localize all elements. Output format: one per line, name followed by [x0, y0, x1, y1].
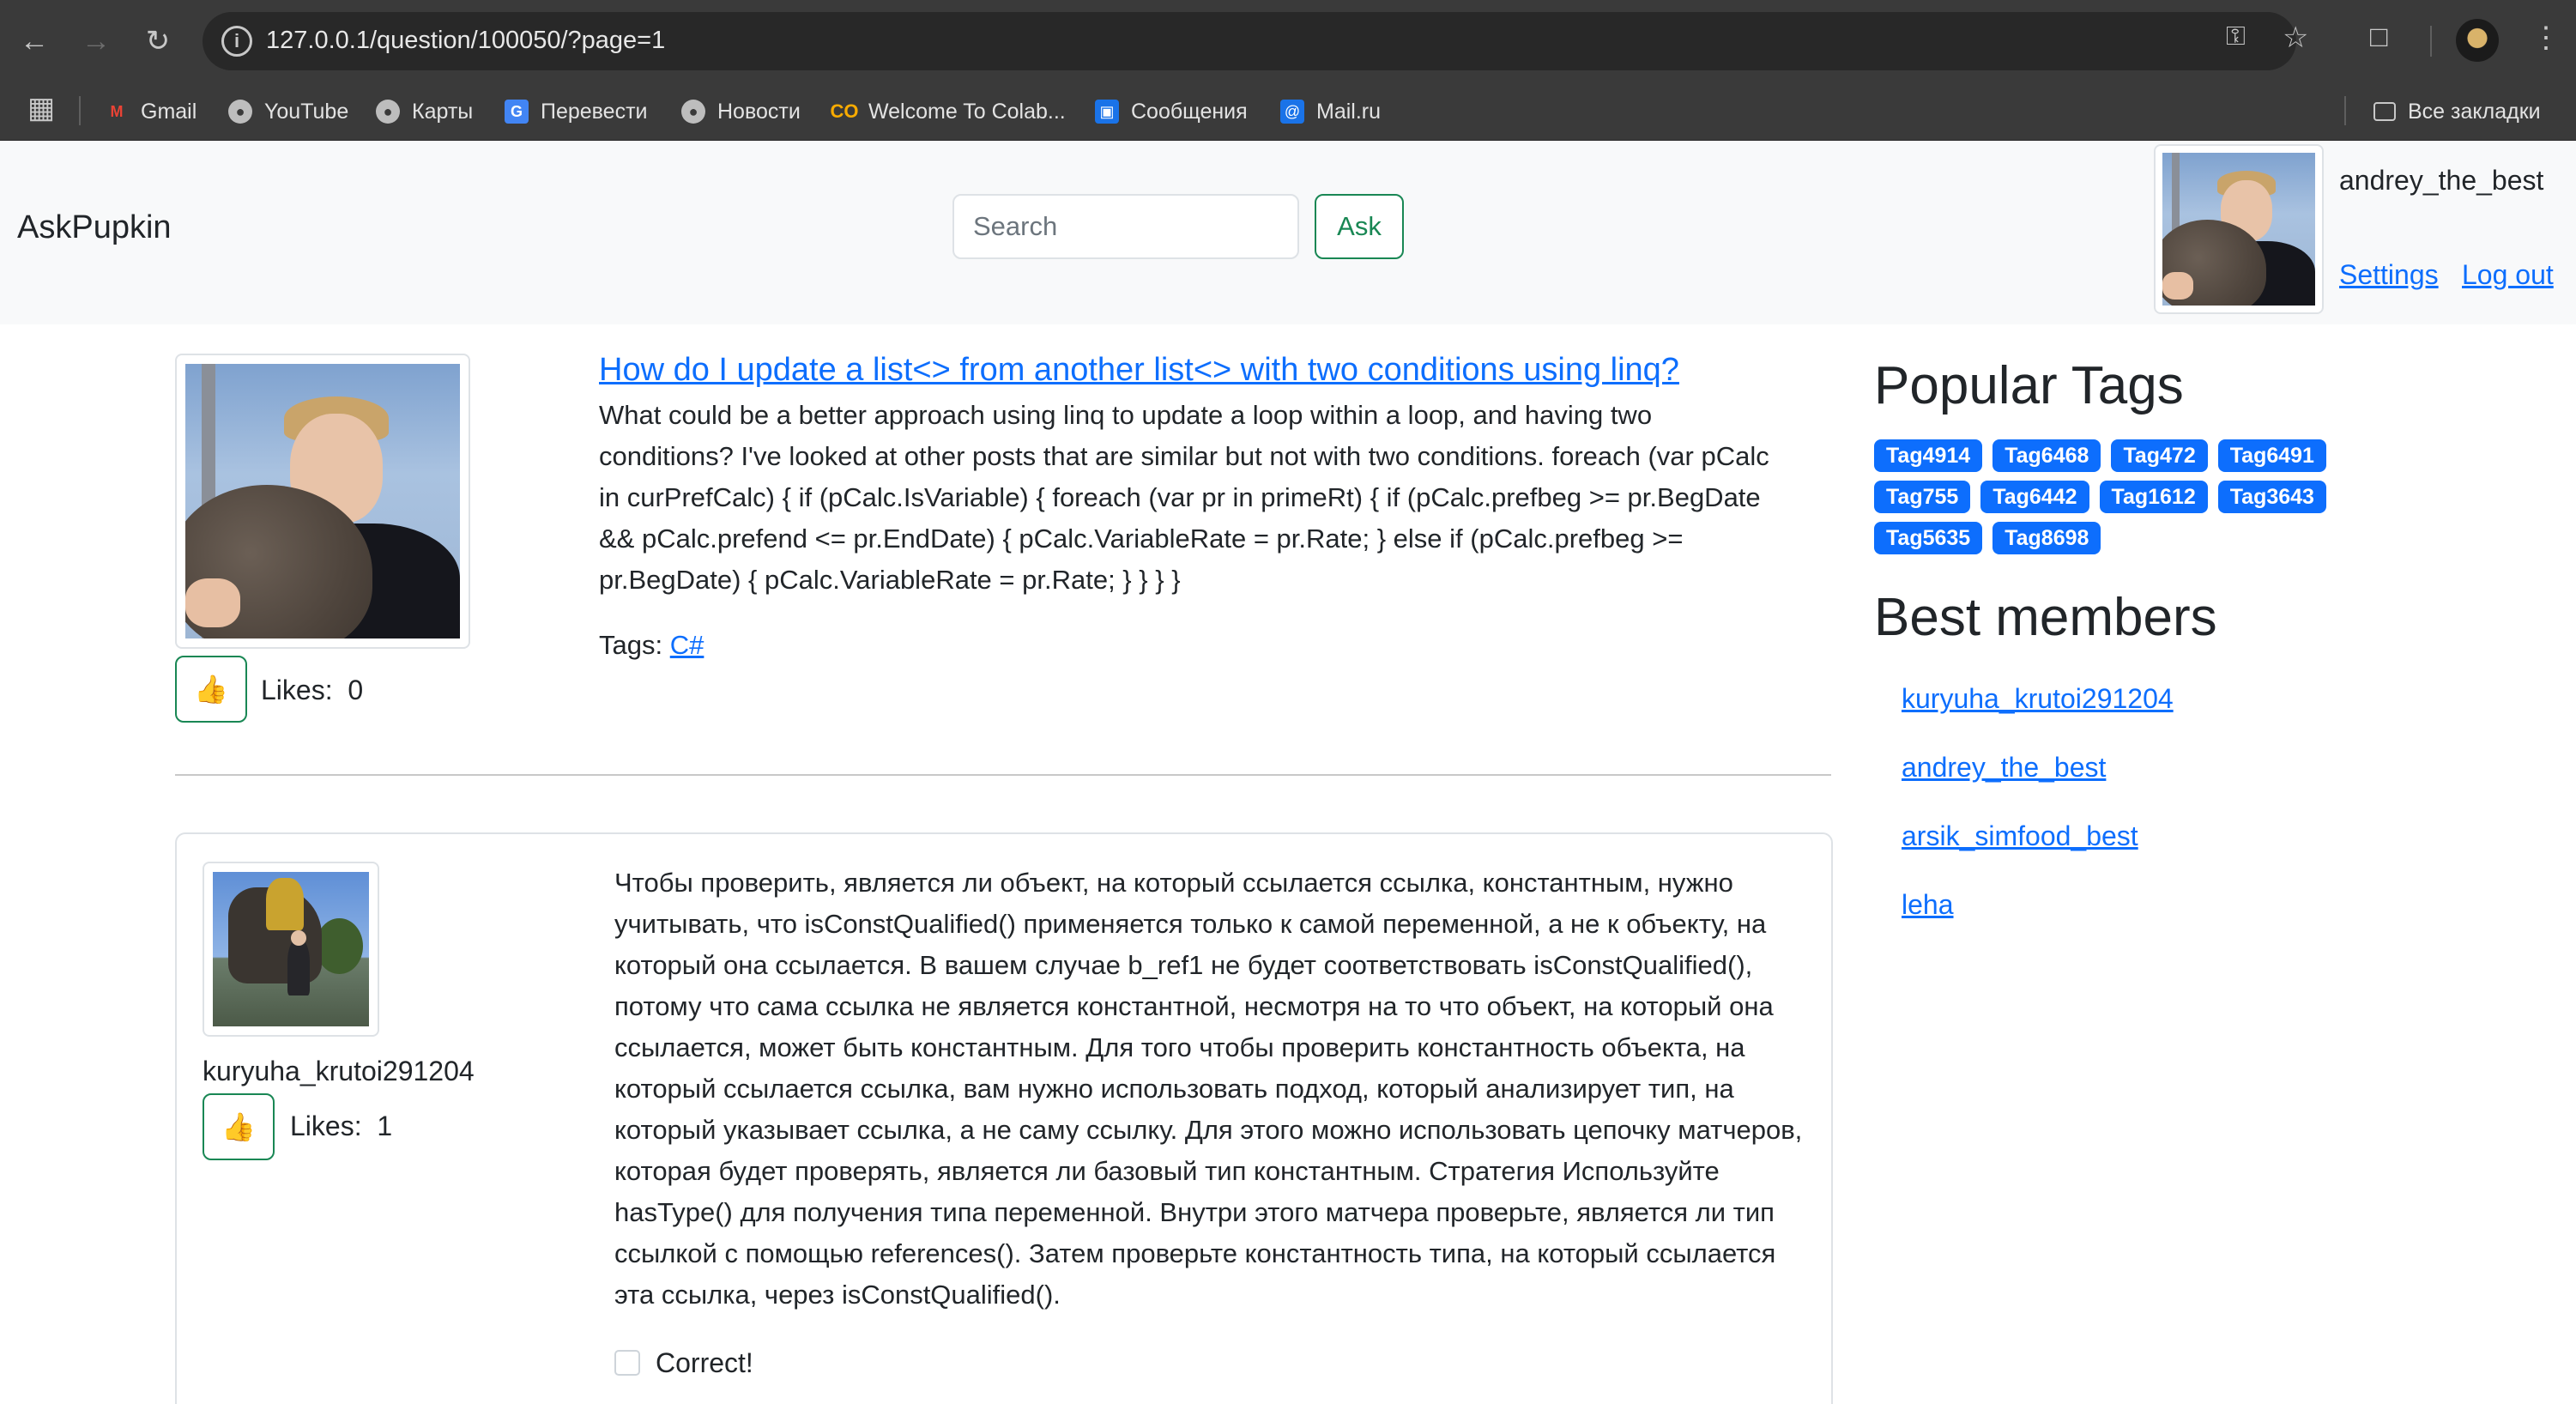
search-input[interactable]: [952, 194, 1299, 259]
ask-button[interactable]: Ask: [1315, 194, 1404, 259]
colab-icon: CO: [830, 100, 859, 122]
bookmark-gmail[interactable]: M Gmail: [105, 93, 197, 130]
likes-label: Likes:: [261, 675, 333, 705]
password-key-icon[interactable]: ⚿: [2226, 22, 2246, 51]
thumbs-up-icon: 👍: [221, 1111, 256, 1142]
bookmark-label: Карты: [412, 99, 474, 124]
globe-icon: ●: [681, 100, 705, 124]
member-link[interactable]: leha: [1902, 889, 1954, 921]
popular-tags-title: Popular Tags: [1874, 356, 2184, 415]
question-likes: Likes: 0: [261, 675, 363, 706]
question-tag-link[interactable]: C#: [670, 630, 704, 660]
toolbar-divider: [2430, 26, 2432, 57]
best-members-title: Best members: [1874, 588, 2217, 647]
bookmark-label: YouTube: [264, 99, 349, 124]
tag-badge[interactable]: Tag1612: [2099, 481, 2208, 513]
answer-author-avatar: [203, 862, 379, 1037]
likes-count: 1: [377, 1110, 393, 1141]
tag-badge[interactable]: Tag4914: [1874, 439, 1983, 472]
bookmark-label: Перевести: [541, 99, 648, 124]
tag-badge[interactable]: Tag755: [1874, 481, 1971, 513]
all-bookmarks-label: Все закладки: [2408, 99, 2541, 124]
avatar-photo: [185, 364, 460, 638]
mail-icon: @: [1280, 100, 1304, 124]
translate-icon: G: [505, 100, 529, 124]
answer-like-button[interactable]: 👍: [203, 1093, 275, 1160]
thumbs-up-icon: 👍: [194, 674, 228, 705]
divider: [175, 774, 1831, 776]
avatar-photo: [213, 872, 369, 1026]
answer-likes: Likes: 1: [290, 1110, 392, 1142]
profile-avatar-icon[interactable]: [2456, 19, 2499, 62]
all-bookmarks-button[interactable]: Все закладки: [2373, 93, 2541, 130]
bookmark-star-icon[interactable]: ☆: [2283, 21, 2308, 55]
answer-body: Чтобы проверить, является ли объект, на …: [614, 868, 1803, 1310]
tag-badge[interactable]: Tag6468: [1992, 439, 2101, 472]
likes-label: Likes:: [290, 1110, 362, 1141]
menu-kebab-icon[interactable]: ⋮: [2531, 21, 2561, 55]
folder-icon: [2373, 102, 2396, 121]
question-title[interactable]: How do I update a list<> from another li…: [599, 352, 1679, 389]
answer-author-name: kuryuha_krutoi291204: [203, 1056, 475, 1086]
url-text[interactable]: 127.0.0.1/question/100050/?page=1: [266, 27, 665, 55]
bookmark-label: Mail.ru: [1316, 99, 1382, 124]
bookmark-colab[interactable]: CO Welcome To Colab...: [830, 93, 1066, 130]
site-info-icon[interactable]: i: [221, 26, 252, 57]
extensions-icon[interactable]: □: [2370, 21, 2388, 54]
tag-badge[interactable]: Tag8698: [1992, 522, 2101, 554]
bookmark-label: Welcome To Colab...: [868, 99, 1066, 124]
header-username: andrey_the_best: [2339, 165, 2544, 196]
reload-icon[interactable]: ↻: [137, 21, 178, 62]
settings-link[interactable]: Settings: [2339, 259, 2439, 291]
question-author-avatar: [175, 354, 470, 649]
member-link[interactable]: arsik_simfood_best: [1902, 820, 2138, 852]
globe-icon: ●: [228, 100, 252, 124]
popular-tags-list: Tag4914 Tag6468 Tag472 Tag6491 Tag755 Ta…: [1874, 439, 2389, 554]
gmail-icon: M: [110, 102, 124, 120]
correct-checkbox[interactable]: [614, 1350, 640, 1376]
messages-icon: ▣: [1095, 100, 1119, 124]
member-link[interactable]: kuryuha_krutoi291204: [1902, 683, 2174, 715]
apps-grid-icon[interactable]: ▦: [27, 91, 55, 125]
bookmark-youtube[interactable]: ● YouTube: [228, 93, 348, 130]
address-bar[interactable]: i 127.0.0.1/question/100050/?page=1: [203, 12, 2296, 70]
question-tags: Tags: C#: [599, 630, 704, 661]
bookmark-news[interactable]: ● Новости: [681, 93, 801, 130]
bookmark-messages[interactable]: ▣ Сообщения: [1095, 93, 1248, 130]
site-header: AskPupkin Ask andrey_the_best Settings L…: [0, 141, 2576, 324]
tag-badge[interactable]: Tag6442: [1980, 481, 2089, 513]
back-icon[interactable]: ←: [14, 21, 55, 62]
bookmark-maps[interactable]: ● Карты: [376, 93, 473, 130]
bookmark-mailru[interactable]: @ Mail.ru: [1280, 93, 1381, 130]
globe-icon: ●: [376, 100, 400, 124]
tag-badge[interactable]: Tag3643: [2217, 481, 2326, 513]
tag-badge[interactable]: Tag5635: [1874, 522, 1983, 554]
question-like-button[interactable]: 👍: [175, 656, 247, 723]
avatar-photo: [2162, 153, 2315, 306]
tag-badge[interactable]: Tag472: [2111, 439, 2208, 472]
logout-link[interactable]: Log out: [2462, 259, 2554, 291]
bookmarks-divider: [79, 96, 81, 125]
bookmark-translate[interactable]: G Перевести: [505, 93, 648, 130]
forward-icon[interactable]: →: [76, 21, 117, 62]
user-avatar[interactable]: [2154, 144, 2324, 314]
correct-label[interactable]: Correct!: [656, 1347, 753, 1379]
likes-count: 0: [348, 675, 364, 705]
bookmark-label: Gmail: [141, 99, 197, 124]
bookmark-label: Сообщения: [1131, 99, 1248, 124]
bookmarks-divider: [2344, 96, 2346, 125]
question-body: What could be a better approach using li…: [599, 400, 1769, 595]
tag-badge[interactable]: Tag6491: [2217, 439, 2326, 472]
bookmark-label: Новости: [717, 99, 801, 124]
site-brand[interactable]: AskPupkin: [17, 209, 172, 246]
member-link[interactable]: andrey_the_best: [1902, 752, 2106, 784]
tags-label: Tags:: [599, 630, 663, 660]
